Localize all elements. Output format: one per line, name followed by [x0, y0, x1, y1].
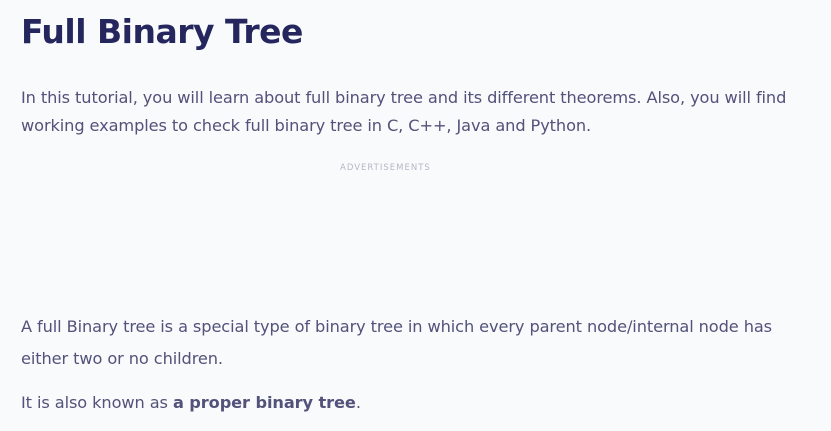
advertisements-label: ADVERTISEMENTS — [340, 163, 431, 173]
intro-paragraph: In this tutorial, you will learn about f… — [21, 88, 787, 135]
also-known-prefix: It is also known as — [21, 393, 173, 412]
page-title: Full Binary Tree — [21, 12, 303, 51]
also-known-suffix: . — [355, 393, 361, 412]
definition-paragraph: A full Binary tree is a special type of … — [21, 317, 773, 368]
also-known-paragraph: It is also known as a proper binary tree… — [21, 387, 821, 419]
advertisement-slot — [21, 180, 821, 300]
proper-binary-tree-term: a proper binary tree — [172, 393, 356, 412]
